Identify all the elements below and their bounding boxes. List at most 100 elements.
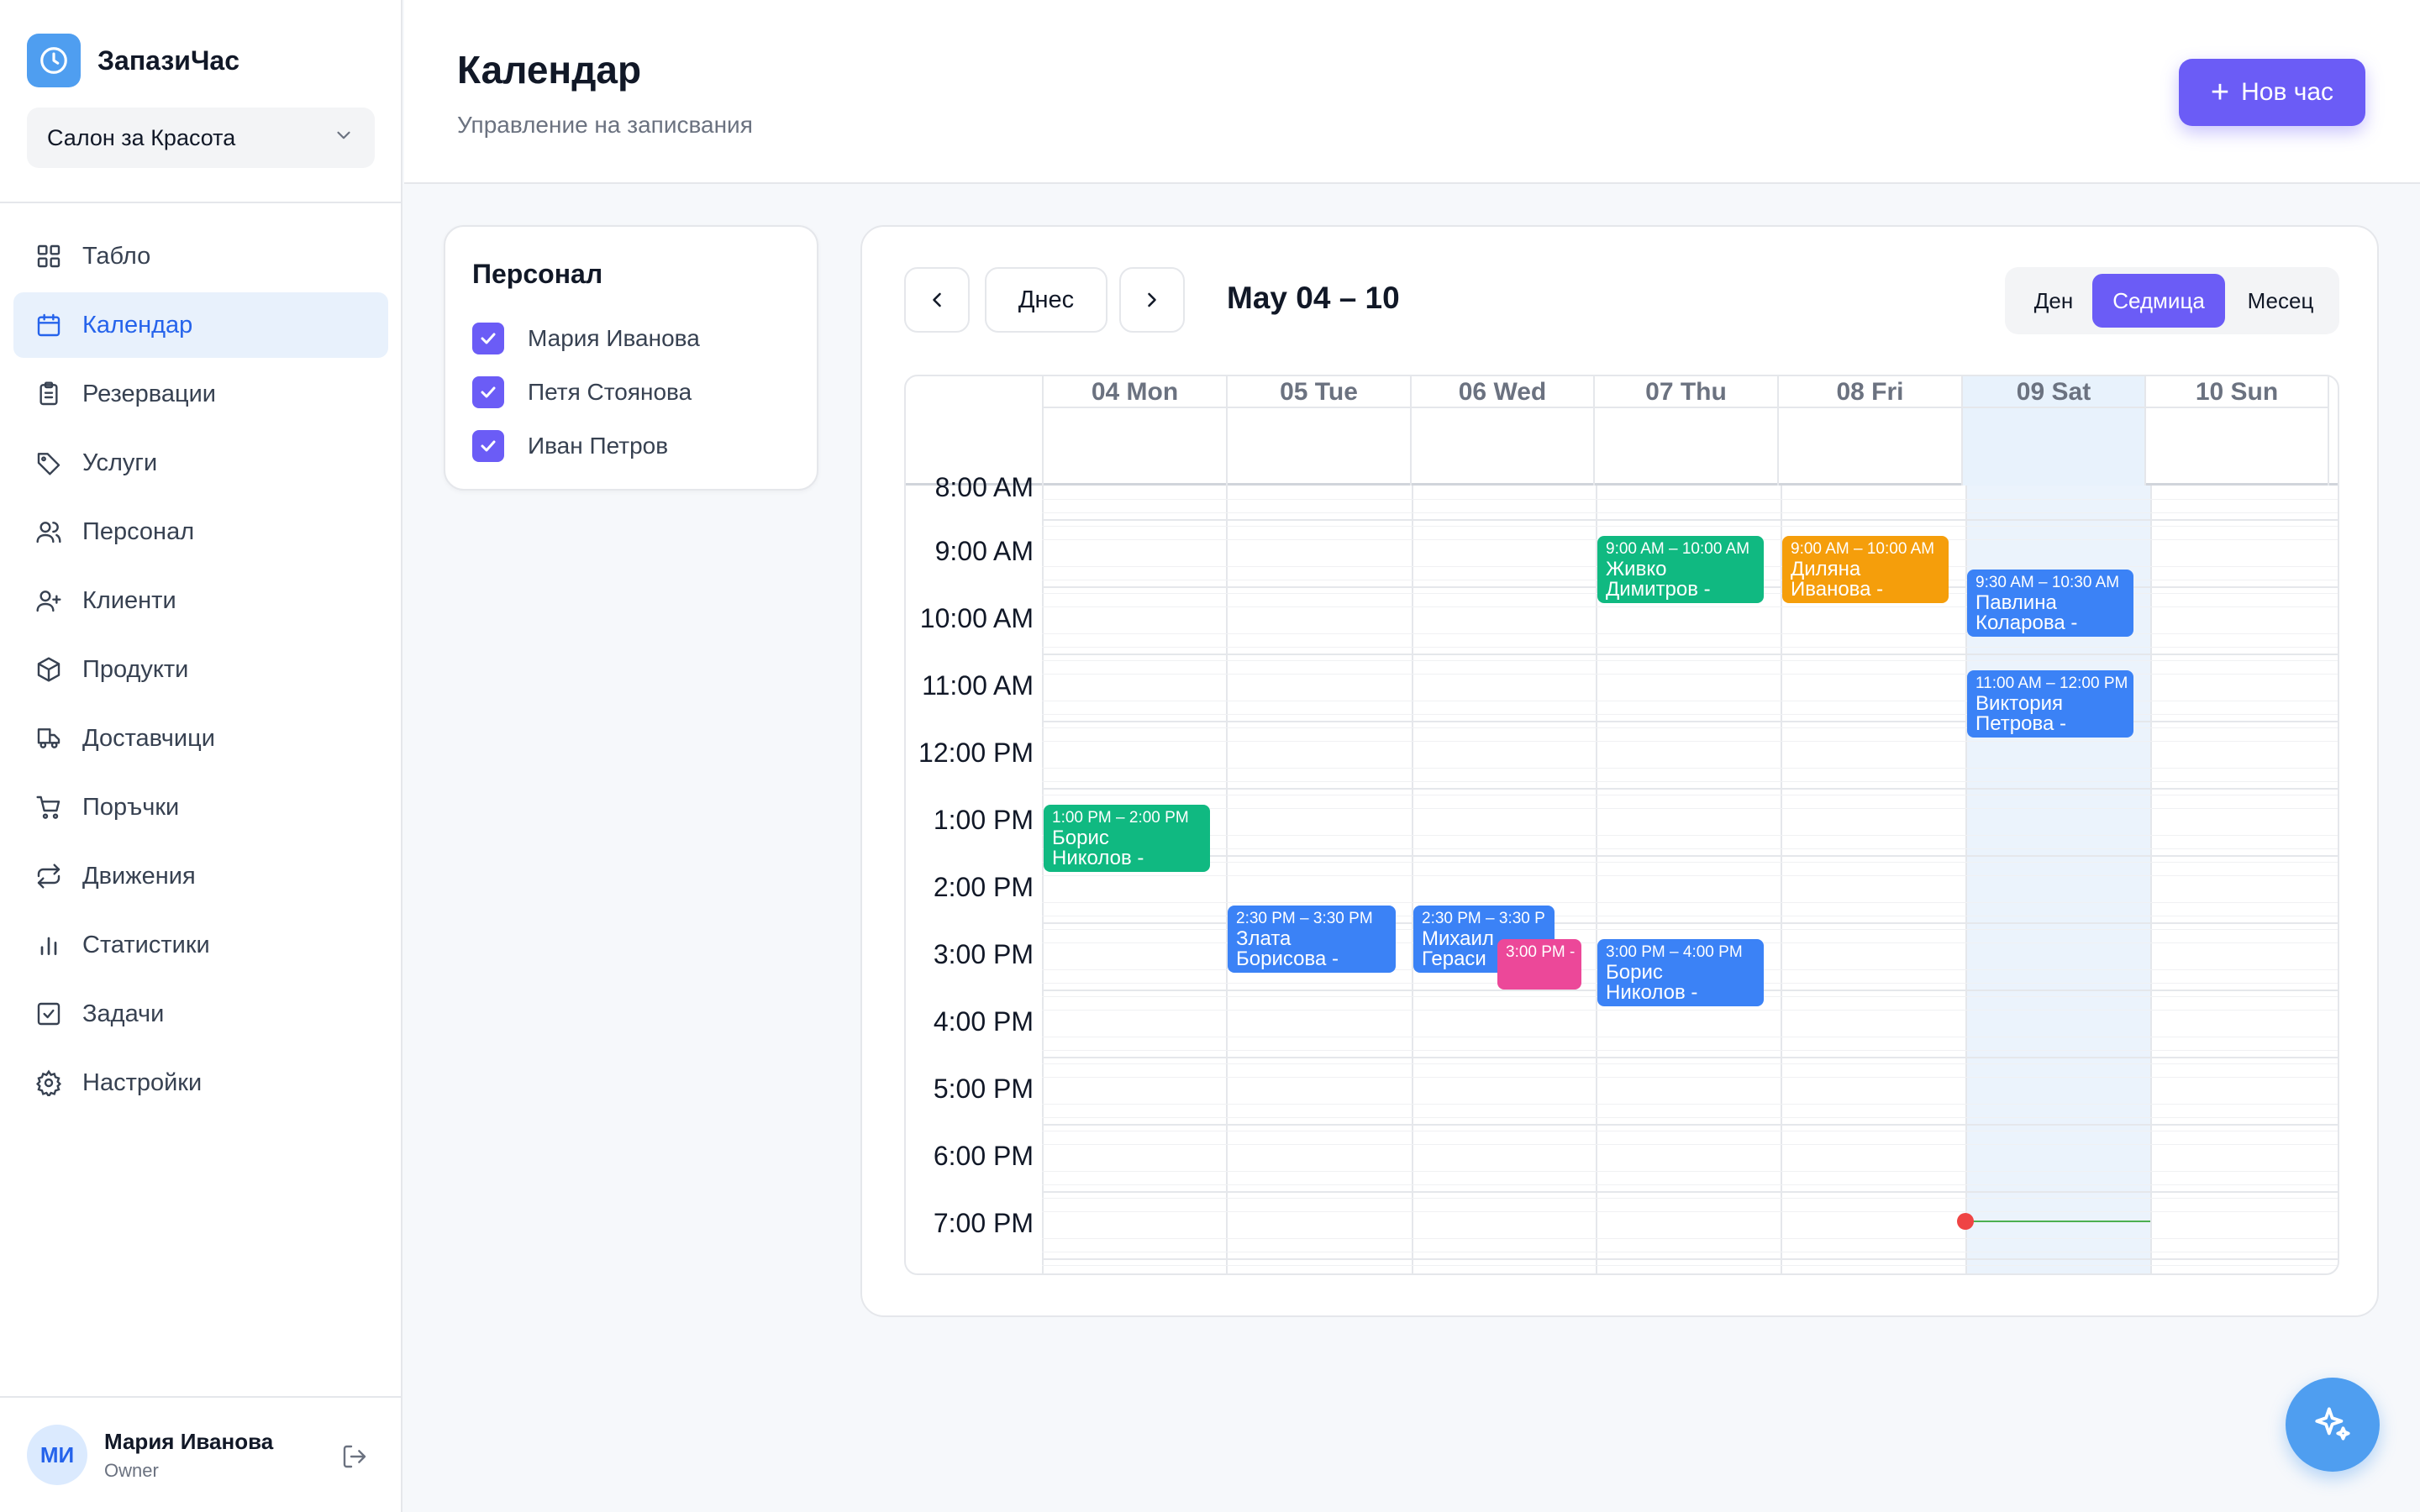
new-appointment-button[interactable]: + Нов час xyxy=(2179,59,2365,126)
checkbox-checked-icon[interactable] xyxy=(472,430,504,462)
day-column[interactable] xyxy=(1226,486,1412,1273)
users-icon xyxy=(34,517,64,547)
sidebar-item-orders[interactable]: Поръчки xyxy=(13,774,388,840)
gear-icon xyxy=(34,1068,64,1098)
time-label: 8:00 AM xyxy=(934,472,1034,502)
time-label: 7:00 PM xyxy=(933,1208,1034,1238)
sidebar-item-products[interactable]: Продукти xyxy=(13,637,388,702)
sidebar-item-label: Доставчици xyxy=(82,724,215,752)
day-column[interactable] xyxy=(1042,486,1226,1273)
day-header-label: 10 Sun xyxy=(2146,376,2328,408)
appointment-event[interactable]: 2:30 PM – 3:30 PM Злата Борисова - xyxy=(1228,906,1396,973)
event-name: Диляна xyxy=(1791,558,1861,580)
prev-week-button[interactable] xyxy=(904,267,970,333)
salon-select[interactable]: Салон за Красота xyxy=(27,108,375,168)
day-column[interactable] xyxy=(1412,486,1596,1273)
appointment-event[interactable]: 1:00 PM – 2:00 PM Борис Николов - xyxy=(1044,805,1210,872)
sidebar-item-label: Персонал xyxy=(82,517,195,545)
quarter-gridline xyxy=(1042,1063,2338,1064)
event-name: Коларова - xyxy=(1975,612,2078,634)
time-label: 3:00 PM xyxy=(933,939,1034,969)
staff-filter-item[interactable]: Иван Петров xyxy=(472,430,668,462)
staff-filter-item[interactable]: Петя Стоянова xyxy=(472,376,692,408)
view-week-button[interactable]: Седмица xyxy=(2092,274,2225,328)
appointment-event[interactable]: 9:00 AM – 10:00 AM Живко Димитров - xyxy=(1597,536,1764,603)
clock-icon xyxy=(27,34,81,87)
appointment-event[interactable]: 3:00 PM - xyxy=(1497,939,1581,990)
ai-assistant-button[interactable] xyxy=(2286,1378,2380,1472)
hour-gridline xyxy=(1042,654,2338,655)
event-name: Николов - xyxy=(1606,981,1698,1004)
appointment-event[interactable]: 3:00 PM – 4:00 PM Борис Николов - xyxy=(1597,939,1764,1006)
sidebar-item-label: Резервации xyxy=(82,380,217,407)
appointment-event[interactable]: 9:00 AM – 10:00 AM Диляна Иванова - xyxy=(1782,536,1949,603)
appointment-event[interactable]: 9:30 AM – 10:30 AM Павлина Коларова - xyxy=(1967,570,2133,637)
quarter-gridline xyxy=(1042,848,2338,849)
day-header[interactable]: 08 Fri xyxy=(1777,376,1961,486)
sidebar-item-services[interactable]: Услуги xyxy=(13,430,388,496)
sidebar-item-reservations[interactable]: Резервации xyxy=(13,361,388,427)
appointment-event[interactable]: 11:00 AM – 12:00 PM Виктория Петрова - xyxy=(1967,670,2133,738)
sidebar-item-statistics[interactable]: Статистики xyxy=(13,912,388,978)
staff-filter-card: Персонал Мария Иванова Петя Стоянова Ива… xyxy=(444,225,818,491)
view-day-button[interactable]: Ден xyxy=(2012,274,2096,328)
today-button[interactable]: Днес xyxy=(985,267,1107,333)
sidebar-item-calendar[interactable]: Календар xyxy=(13,292,388,358)
quarter-gridline xyxy=(1042,1010,2338,1011)
day-header[interactable]: 06 Wed xyxy=(1410,376,1593,486)
staff-filter-item[interactable]: Мария Иванова xyxy=(472,323,700,354)
sidebar-item-label: Настройки xyxy=(82,1068,203,1096)
next-week-button[interactable] xyxy=(1119,267,1185,333)
event-name: Борис xyxy=(1606,961,1663,984)
event-time: 11:00 AM – 12:00 PM xyxy=(1975,675,2128,692)
view-month-button[interactable]: Месец xyxy=(2228,274,2333,328)
quarter-gridline xyxy=(1042,633,2338,634)
day-header[interactable]: 07 Thu xyxy=(1593,376,1777,486)
avatar: МИ xyxy=(27,1425,87,1485)
sidebar-nav: Табло Календар Резервации Услуги Персона… xyxy=(13,223,388,1119)
day-header[interactable]: 05 Tue xyxy=(1226,376,1410,486)
hour-gridline xyxy=(1042,788,2338,790)
day-header[interactable]: 10 Sun xyxy=(2144,376,2329,486)
sidebar-item-staff[interactable]: Персонал xyxy=(13,499,388,564)
day-column[interactable] xyxy=(1596,486,1781,1273)
sidebar-item-clients[interactable]: Клиенти xyxy=(13,568,388,633)
quarter-gridline xyxy=(1042,606,2338,607)
quarter-gridline xyxy=(1042,1265,2338,1266)
checkbox-checked-icon[interactable] xyxy=(472,376,504,408)
hour-gridline xyxy=(1042,721,2338,722)
sidebar-item-suppliers[interactable]: Доставчици xyxy=(13,706,388,771)
chevron-down-icon xyxy=(333,124,355,152)
quarter-gridline xyxy=(1042,499,2338,500)
user-profile[interactable]: МИ Мария Иванова Owner xyxy=(27,1425,273,1485)
week-grid: 04 Mon 05 Tue 06 Wed 07 Thu 08 Fri 09 Sa… xyxy=(904,375,2339,1275)
day-column[interactable] xyxy=(2150,486,2338,1273)
quarter-gridline xyxy=(1042,1077,2338,1078)
sidebar-item-movements[interactable]: Движения xyxy=(13,843,388,909)
day-column[interactable] xyxy=(1781,486,1965,1273)
sidebar-item-settings[interactable]: Настройки xyxy=(13,1050,388,1116)
checkbox-checked-icon[interactable] xyxy=(472,323,504,354)
box-icon xyxy=(34,654,64,685)
logout-icon[interactable] xyxy=(338,1440,371,1473)
calendar-card: Днес May 04 – 10 Ден Седмица Месец 04 Mo… xyxy=(860,225,2379,1317)
event-name: Иванова - xyxy=(1791,578,1884,601)
new-appointment-label: Нов час xyxy=(2241,78,2334,106)
staff-filter-name: Иван Петров xyxy=(528,433,669,459)
event-name: Борисова - xyxy=(1236,948,1339,970)
chevron-right-icon xyxy=(1148,292,1156,307)
quarter-gridline xyxy=(1042,902,2338,903)
sidebar-item-dashboard[interactable]: Табло xyxy=(13,223,388,289)
sidebar-item-tasks[interactable]: Задачи xyxy=(13,981,388,1047)
quarter-gridline xyxy=(1042,1050,2338,1051)
hour-gridline xyxy=(1042,519,2338,521)
view-switch: Ден Седмица Месец xyxy=(2005,267,2339,334)
day-header-today[interactable]: 09 Sat xyxy=(1961,376,2144,486)
event-time: 9:30 AM – 10:30 AM xyxy=(1975,574,2120,591)
event-time: 9:00 AM – 10:00 AM xyxy=(1791,540,1935,558)
calendar-icon xyxy=(34,310,64,340)
staff-filter-title: Персонал xyxy=(472,259,603,289)
quarter-gridline xyxy=(1042,674,2338,675)
day-header[interactable]: 04 Mon xyxy=(1042,376,1226,486)
quarter-gridline xyxy=(1042,727,2338,728)
